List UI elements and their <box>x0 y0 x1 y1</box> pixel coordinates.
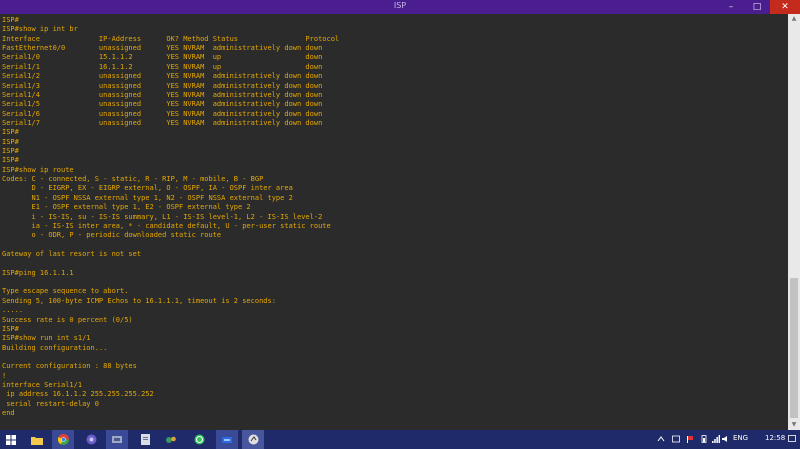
terminal-line: D - EIGRP, EX - EIGRP external, O - OSPF… <box>2 184 293 193</box>
taskbar-app-settings[interactable] <box>160 430 182 449</box>
taskbar-file-explorer[interactable] <box>26 430 48 449</box>
terminal-line: Serial1/0 15.1.1.2 YES NVRAM up down <box>2 53 323 62</box>
window-title: ISP <box>393 1 407 10</box>
terminal-line: FastEthernet0/0 unassigned YES NVRAM adm… <box>2 44 323 53</box>
terminal-line: Serial1/3 unassigned YES NVRAM administr… <box>2 81 323 90</box>
terminal-line: ISP# <box>2 147 19 156</box>
vm-icon <box>222 436 232 443</box>
terminal-line: Serial1/1 16.1.1.2 YES NVRAM up down <box>2 62 323 71</box>
terminal-line: ISP#show run int s1/1 <box>2 334 91 343</box>
scrollbar-thumb[interactable] <box>790 278 798 418</box>
terminal-line: Type escape sequence to abort. <box>2 287 129 296</box>
terminal-line: Gateway of last resort is not set <box>2 249 142 258</box>
terminal-line: Sending 5, 100-byte ICMP Echos to 16.1.1… <box>2 296 276 305</box>
terminal-line: Success rate is 0 percent (0/5) <box>2 315 133 324</box>
taskbar-app-vm[interactable] <box>216 430 238 449</box>
terminal-line: i - IS-IS, su - IS-IS summary, L1 - IS-I… <box>2 212 323 221</box>
flag-icon[interactable] <box>686 435 694 443</box>
document-icon <box>140 434 150 445</box>
terminal-line: Serial1/5 unassigned YES NVRAM administr… <box>2 100 323 109</box>
terminal-line: ISP# <box>2 16 19 24</box>
terminal-line: ISP# <box>2 137 19 146</box>
terminal-line: interface Serial1/1 <box>2 381 83 390</box>
taskbar-app-terminal[interactable] <box>242 430 264 449</box>
folder-icon <box>31 436 43 445</box>
gear-icon <box>166 436 176 443</box>
maximize-button[interactable]: □ <box>744 0 770 14</box>
taskbar-chrome[interactable] <box>52 430 74 449</box>
terminal-line: Current configuration : 88 bytes <box>2 362 137 371</box>
terminal-line: serial restart-delay 0 <box>2 399 99 408</box>
terminal-line: ip address 16.1.1.2 255.255.255.252 <box>2 390 154 399</box>
terminal-output: ISP# ISP#show ip int br Interface IP-Addre… <box>2 16 339 418</box>
vertical-scrollbar[interactable]: ▲ ▼ <box>788 14 800 430</box>
taskbar-app-purple[interactable] <box>80 430 102 449</box>
network-signal-icon[interactable] <box>712 435 720 443</box>
window-title-bar[interactable]: ISP – □ ✕ <box>0 0 800 14</box>
windows-logo-icon <box>6 434 16 445</box>
terminal-line: E1 - OSPF external type 1, E2 - OSPF ext… <box>2 203 251 212</box>
taskbar-whatsapp[interactable] <box>188 430 210 449</box>
taskbar-app-document[interactable] <box>134 430 156 449</box>
chrome-icon <box>57 434 69 445</box>
terminal-line: o - ODR, P - periodic downloaded static … <box>2 231 222 240</box>
whatsapp-icon <box>194 434 204 445</box>
terminal-line: Serial1/4 unassigned YES NVRAM administr… <box>2 90 323 99</box>
close-button[interactable]: ✕ <box>770 0 800 14</box>
start-button[interactable] <box>0 430 22 449</box>
terminal-line: Interface IP-Address OK? Method Status P… <box>2 34 340 43</box>
terminal-line: ISP#show ip route <box>2 165 74 174</box>
terminal-line: Codes: C - connected, S - static, R - RI… <box>2 175 264 184</box>
terminal-line: ia - IS-IS inter area, * - candidate def… <box>2 221 331 230</box>
terminal-line: ISP#show ip int br <box>2 25 78 34</box>
terminal-icon <box>248 434 258 445</box>
minimize-button[interactable]: – <box>718 0 744 14</box>
terminal-console[interactable]: ISP# ISP#show ip int br Interface IP-Addre… <box>0 14 788 430</box>
battery-icon[interactable] <box>700 435 708 443</box>
terminal-line: Serial1/6 unassigned YES NVRAM administr… <box>2 109 323 118</box>
volume-icon[interactable] <box>722 435 730 443</box>
terminal-line: N1 - OSPF NSSA external type 1, N2 - OSP… <box>2 193 293 202</box>
terminal-line: ISP# <box>2 156 19 165</box>
terminal-line: ISP#ping 16.1.1.1 <box>2 268 74 277</box>
circle-icon <box>86 434 96 445</box>
terminal-line: end <box>2 409 15 418</box>
terminal-line: Serial1/7 unassigned YES NVRAM administr… <box>2 118 323 127</box>
taskbar: ENG 12:58 <box>0 430 800 449</box>
terminal-line: ! <box>2 371 7 380</box>
language-indicator[interactable]: ENG <box>733 434 748 442</box>
terminal-line: Serial1/2 unassigned YES NVRAM administr… <box>2 72 323 81</box>
terminal-line: ISP# <box>2 128 19 137</box>
scroll-down-arrow-icon[interactable]: ▼ <box>788 420 800 430</box>
scroll-up-arrow-icon[interactable]: ▲ <box>788 14 800 24</box>
notifications-icon[interactable] <box>788 435 796 443</box>
taskbar-app-gns3[interactable] <box>106 430 128 449</box>
network-icon <box>112 435 122 443</box>
terminal-line: ISP# <box>2 324 19 333</box>
chevron-up-icon[interactable] <box>657 435 665 443</box>
terminal-line: ..... <box>2 306 24 315</box>
terminal-line: Building configuration... <box>2 343 108 352</box>
clock-time[interactable]: 12:58 <box>765 434 785 442</box>
app-tray-icon[interactable] <box>672 435 680 443</box>
